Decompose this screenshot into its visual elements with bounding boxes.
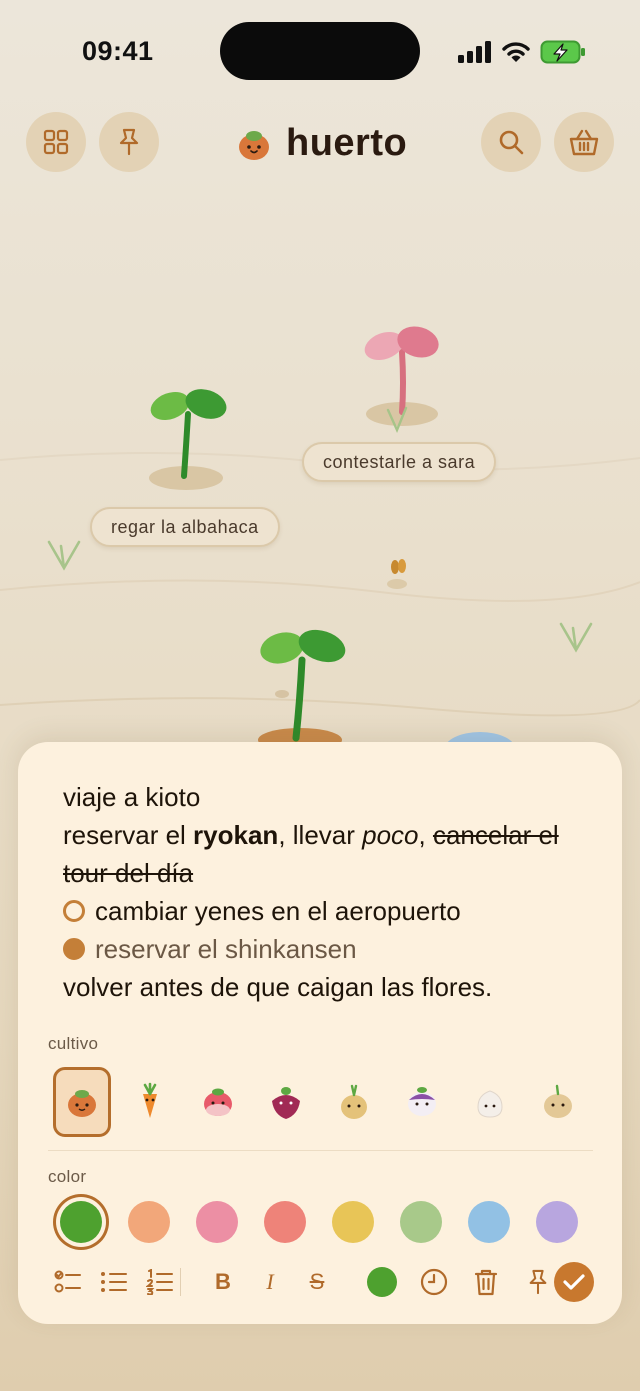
confirm-check-icon: [563, 1274, 585, 1290]
color-swatch-peach[interactable]: [128, 1201, 170, 1243]
wifi-icon: [502, 42, 530, 62]
checklist-button[interactable]: [48, 1262, 88, 1302]
onion-logo-icon: [239, 130, 269, 160]
garden-label-regar-la-albahaca[interactable]: regar la albahaca: [90, 507, 280, 547]
task-text: reservar el shinkansen: [95, 934, 357, 964]
color-swatch-yellow[interactable]: [332, 1201, 374, 1243]
bullet-list-icon: [101, 1272, 127, 1292]
signal-icon: [458, 41, 491, 63]
crop-option-garlic[interactable]: [461, 1067, 519, 1137]
color-dot: [367, 1267, 397, 1297]
seedling-pink[interactable]: [360, 322, 444, 436]
numbered-list-icon: [146, 1269, 173, 1295]
note-line-2[interactable]: reservar el ryokan, llevar poco, cancela…: [63, 816, 593, 854]
status-icons: [458, 38, 586, 66]
search-button[interactable]: [481, 112, 541, 172]
yellow-onion-icon: [341, 1084, 367, 1119]
crop-option-potato[interactable]: [529, 1067, 587, 1137]
color-swatch-coral[interactable]: [264, 1201, 306, 1243]
italic-button[interactable]: I: [250, 1262, 290, 1302]
trash-icon: [474, 1269, 498, 1296]
grass-tuft: [559, 622, 593, 653]
clock-icon: [420, 1268, 448, 1296]
note-closing-line[interactable]: volver antes de que caigan las flores.: [63, 968, 593, 1006]
task-text: cambiar yenes en el aeropuerto: [95, 896, 461, 926]
crop-option-turnip[interactable]: [393, 1067, 451, 1137]
task-item-done[interactable]: reservar el shinkansen: [63, 930, 593, 968]
onion-icon: [68, 1090, 96, 1117]
color-swatch-lavender[interactable]: [536, 1201, 578, 1243]
color-swatch-blue[interactable]: [468, 1201, 510, 1243]
potato-icon: [544, 1084, 572, 1118]
color-dot-button[interactable]: [362, 1262, 402, 1302]
note-editor-sheet: viaje a kioto reservar el ryokan, llevar…: [18, 742, 622, 1324]
color-swatch-sage[interactable]: [400, 1201, 442, 1243]
turnip-icon: [408, 1087, 436, 1116]
note-body[interactable]: viaje a kioto reservar el ryokan, llevar…: [63, 778, 593, 1006]
bold-button[interactable]: B: [203, 1262, 243, 1302]
checklist-icon: [54, 1270, 81, 1293]
garden-label-contestarle-a-sara[interactable]: contestarle a sara: [302, 442, 497, 482]
seedling-green-large[interactable]: [250, 620, 354, 744]
reminder-button[interactable]: [414, 1262, 454, 1302]
status-time: 09:41: [82, 36, 154, 66]
crop-option-carrot[interactable]: [121, 1067, 179, 1137]
note-line-2-wrap[interactable]: tour del día: [63, 854, 593, 892]
garlic-icon: [477, 1090, 503, 1118]
confirm-button[interactable]: [554, 1262, 594, 1302]
grid-view-button[interactable]: [26, 112, 86, 172]
seed-sprout: [387, 559, 407, 589]
battery-charging-icon: [540, 40, 585, 64]
grid-icon: [43, 129, 69, 155]
seedling-green[interactable]: [146, 378, 230, 492]
crop-option-radish[interactable]: [189, 1067, 247, 1137]
note-title[interactable]: viaje a kioto: [63, 778, 593, 816]
crop-option-yellow-onion[interactable]: [325, 1067, 383, 1137]
color-swatch-green[interactable]: [60, 1201, 102, 1243]
basket-button[interactable]: [554, 112, 614, 172]
color-swatch-pink[interactable]: [196, 1201, 238, 1243]
task-item[interactable]: cambiar yenes en el aeropuerto: [63, 892, 593, 930]
crop-option-beet[interactable]: [257, 1067, 315, 1137]
section-divider: [48, 1150, 593, 1151]
radish-icon: [204, 1088, 232, 1116]
search-icon: [499, 130, 524, 155]
delete-button[interactable]: [466, 1262, 506, 1302]
numbered-list-button[interactable]: [140, 1262, 180, 1302]
format-toolbar: B I S: [48, 1262, 598, 1302]
crop-picker: [53, 1067, 593, 1137]
task-checkbox-empty[interactable]: [63, 900, 85, 922]
color-picker: [58, 1201, 598, 1245]
bullet-list-button[interactable]: [94, 1262, 134, 1302]
basket-icon: [569, 129, 599, 156]
beet-icon: [272, 1087, 300, 1119]
toolbar-separator: [180, 1268, 181, 1296]
pin-button[interactable]: [99, 112, 159, 172]
color-section-label: color: [48, 1167, 87, 1186]
app-brand: huerto: [236, 122, 407, 165]
pin-icon: [529, 1269, 547, 1295]
crop-option-onion[interactable]: [53, 1067, 111, 1137]
grass-tuft: [47, 540, 81, 571]
carrot-icon: [143, 1082, 157, 1118]
crop-section-label: cultivo: [48, 1034, 99, 1053]
strikethrough-button[interactable]: S: [297, 1262, 337, 1302]
pin-note-button[interactable]: [518, 1262, 558, 1302]
pin-icon: [119, 128, 139, 156]
task-checkbox-checked[interactable]: [63, 938, 85, 960]
app-title: huerto: [286, 122, 408, 164]
dynamic-island: [220, 22, 420, 80]
